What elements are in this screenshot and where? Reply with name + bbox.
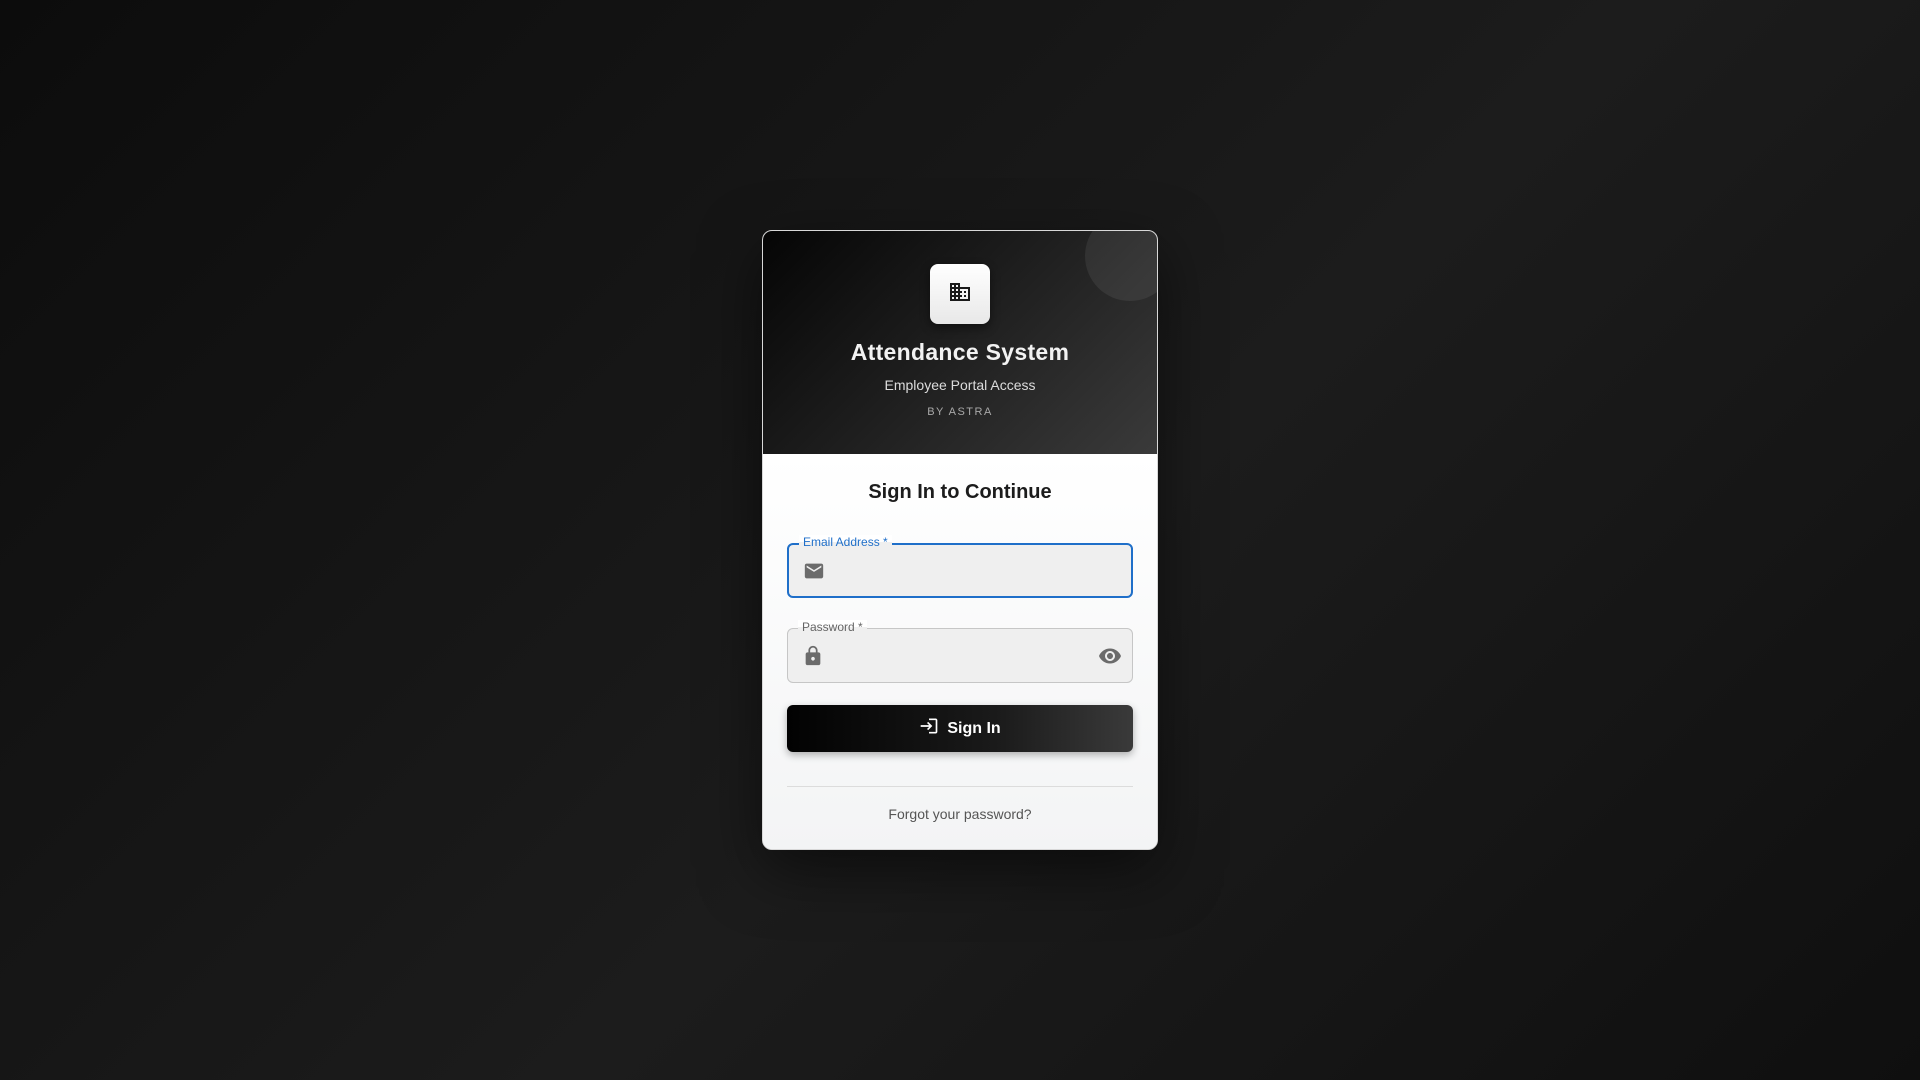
form-title: Sign In to Continue <box>868 481 1052 503</box>
app-title: Attendance System <box>850 339 1070 365</box>
email-field[interactable]: Email Address * <box>787 535 1133 598</box>
building-icon <box>948 280 972 309</box>
decorative-circle <box>1085 231 1157 301</box>
email-input[interactable] <box>835 545 1089 598</box>
login-form: Sign In to Continue Email Address * Pass… <box>763 454 1157 849</box>
app-brand: BY ASTRA <box>927 406 993 418</box>
app-logo <box>930 264 990 324</box>
eye-icon[interactable] <box>1096 642 1124 670</box>
sign-in-button[interactable]: Sign In <box>787 705 1133 752</box>
login-card: Attendance System Employee Portal Access… <box>762 230 1158 850</box>
login-icon <box>919 716 939 741</box>
forgot-password-link[interactable]: Forgot your password? <box>763 806 1157 822</box>
sign-in-label: Sign In <box>947 719 1001 737</box>
divider <box>787 786 1133 787</box>
password-input[interactable] <box>834 629 1088 684</box>
lock-icon <box>801 644 825 668</box>
mail-icon <box>802 559 826 583</box>
password-field[interactable]: Password * <box>787 620 1133 684</box>
login-header: Attendance System Employee Portal Access… <box>763 231 1157 454</box>
app-subtitle: Employee Portal Access <box>884 377 1036 393</box>
